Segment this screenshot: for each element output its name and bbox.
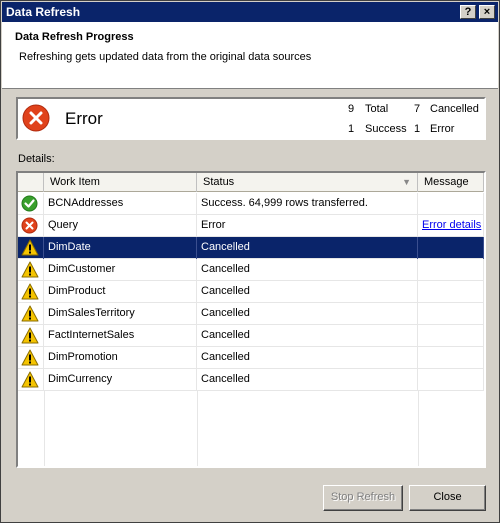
details-label: Details: [18,153,55,165]
table-row[interactable]: Query Error Error details [18,215,484,237]
header-panel: Data Refresh Progress Refreshing gets up… [2,22,498,89]
row-icon-cell [18,215,44,237]
column-divider [418,391,419,466]
status-cell: Error [197,215,418,237]
table-row-selected[interactable]: DimDate Cancelled [18,237,484,259]
summary-panel: Error 9 Total 7 Cancelled 1 Success 1 Er… [16,97,486,140]
page-title: Data Refresh Progress [15,31,134,43]
error-icon [21,217,43,234]
work-item-cell: DimDate [44,237,197,259]
success-label: Success [365,123,407,135]
work-item-column-header[interactable]: Work Item [44,173,197,192]
icon-column-header[interactable] [18,173,44,192]
error-count: 1 [414,123,421,135]
page-subtitle: Refreshing gets updated data from the or… [19,51,312,63]
row-icon-cell [18,281,44,303]
stop-refresh-button[interactable]: Stop Refresh [323,485,403,511]
row-icon-cell [18,193,44,215]
row-icon-cell [18,303,44,325]
row-icon-cell [18,325,44,347]
work-item-cell: DimPromotion [44,347,197,369]
total-label: Total [365,103,389,115]
close-button[interactable]: Close [409,485,486,511]
status-cell: Success. 64,999 rows transferred. [197,193,418,215]
cancelled-count: 7 [414,103,421,115]
table-row[interactable]: DimProduct Cancelled [18,281,484,303]
error-icon [22,104,50,132]
work-item-cell: DimCurrency [44,369,197,391]
status-column-header[interactable]: Status ▼ [197,173,418,192]
table-row[interactable]: DimSalesTerritory Cancelled [18,303,484,325]
warning-icon [21,371,43,388]
warning-icon [21,261,43,278]
column-divider [197,391,198,466]
work-item-cell: DimProduct [44,281,197,303]
table-row[interactable]: DimCurrency Cancelled [18,369,484,391]
warning-icon [21,283,43,300]
message-column-header[interactable]: Message [418,173,484,192]
status-cell: Cancelled [197,259,418,281]
table-row[interactable]: DimCustomer Cancelled [18,259,484,281]
message-cell [418,281,484,303]
status-cell: Cancelled [197,237,418,259]
warning-icon [21,327,43,344]
close-window-button[interactable]: × [479,5,495,19]
total-count: 9 [348,103,355,115]
work-item-column-label: Work Item [50,176,100,188]
message-cell [418,303,484,325]
error-details-link[interactable]: Error details [422,219,481,231]
message-cell [418,347,484,369]
status-cell: Cancelled [197,281,418,303]
message-cell [418,259,484,281]
message-cell [418,237,484,259]
table-row[interactable]: FactInternetSales Cancelled [18,325,484,347]
message-column-label: Message [424,176,469,188]
message-cell [418,193,484,215]
grid-empty-area [18,391,484,466]
table-row[interactable]: BCNAddresses Success. 64,999 rows transf… [18,193,484,215]
message-cell [418,369,484,391]
title-bar[interactable]: Data Refresh ? × [2,2,498,22]
row-icon-cell [18,347,44,369]
summary-status: Error [65,109,103,128]
data-refresh-dialog: Data Refresh ? × Data Refresh Progress R… [0,0,500,523]
row-icon-cell [18,237,44,259]
window-title: Data Refresh [6,5,81,19]
success-icon [21,195,43,212]
message-cell [418,325,484,347]
status-cell: Cancelled [197,369,418,391]
work-item-cell: Query [44,215,197,237]
row-icon-cell [18,259,44,281]
row-icon-cell [18,369,44,391]
grid-header: Work Item Status ▼ Message [18,173,484,192]
column-divider [44,391,45,466]
error-label: Error [430,123,455,135]
cancelled-label: Cancelled [430,103,479,115]
status-cell: Cancelled [197,303,418,325]
status-cell: Cancelled [197,325,418,347]
sort-descending-icon: ▼ [402,177,411,187]
status-cell: Cancelled [197,347,418,369]
work-item-cell: DimSalesTerritory [44,303,197,325]
work-item-cell: DimCustomer [44,259,197,281]
details-grid[interactable]: Work Item Status ▼ Message BCNAddresses [16,171,486,468]
status-column-label: Status [203,176,235,188]
warning-icon [21,349,43,366]
message-cell: Error details [418,215,484,237]
table-row[interactable]: DimPromotion Cancelled [18,347,484,369]
help-button[interactable]: ? [460,5,476,19]
success-count: 1 [348,123,355,135]
warning-icon [21,239,43,256]
work-item-cell: BCNAddresses [44,193,197,215]
work-item-cell: FactInternetSales [44,325,197,347]
warning-icon [21,305,43,322]
